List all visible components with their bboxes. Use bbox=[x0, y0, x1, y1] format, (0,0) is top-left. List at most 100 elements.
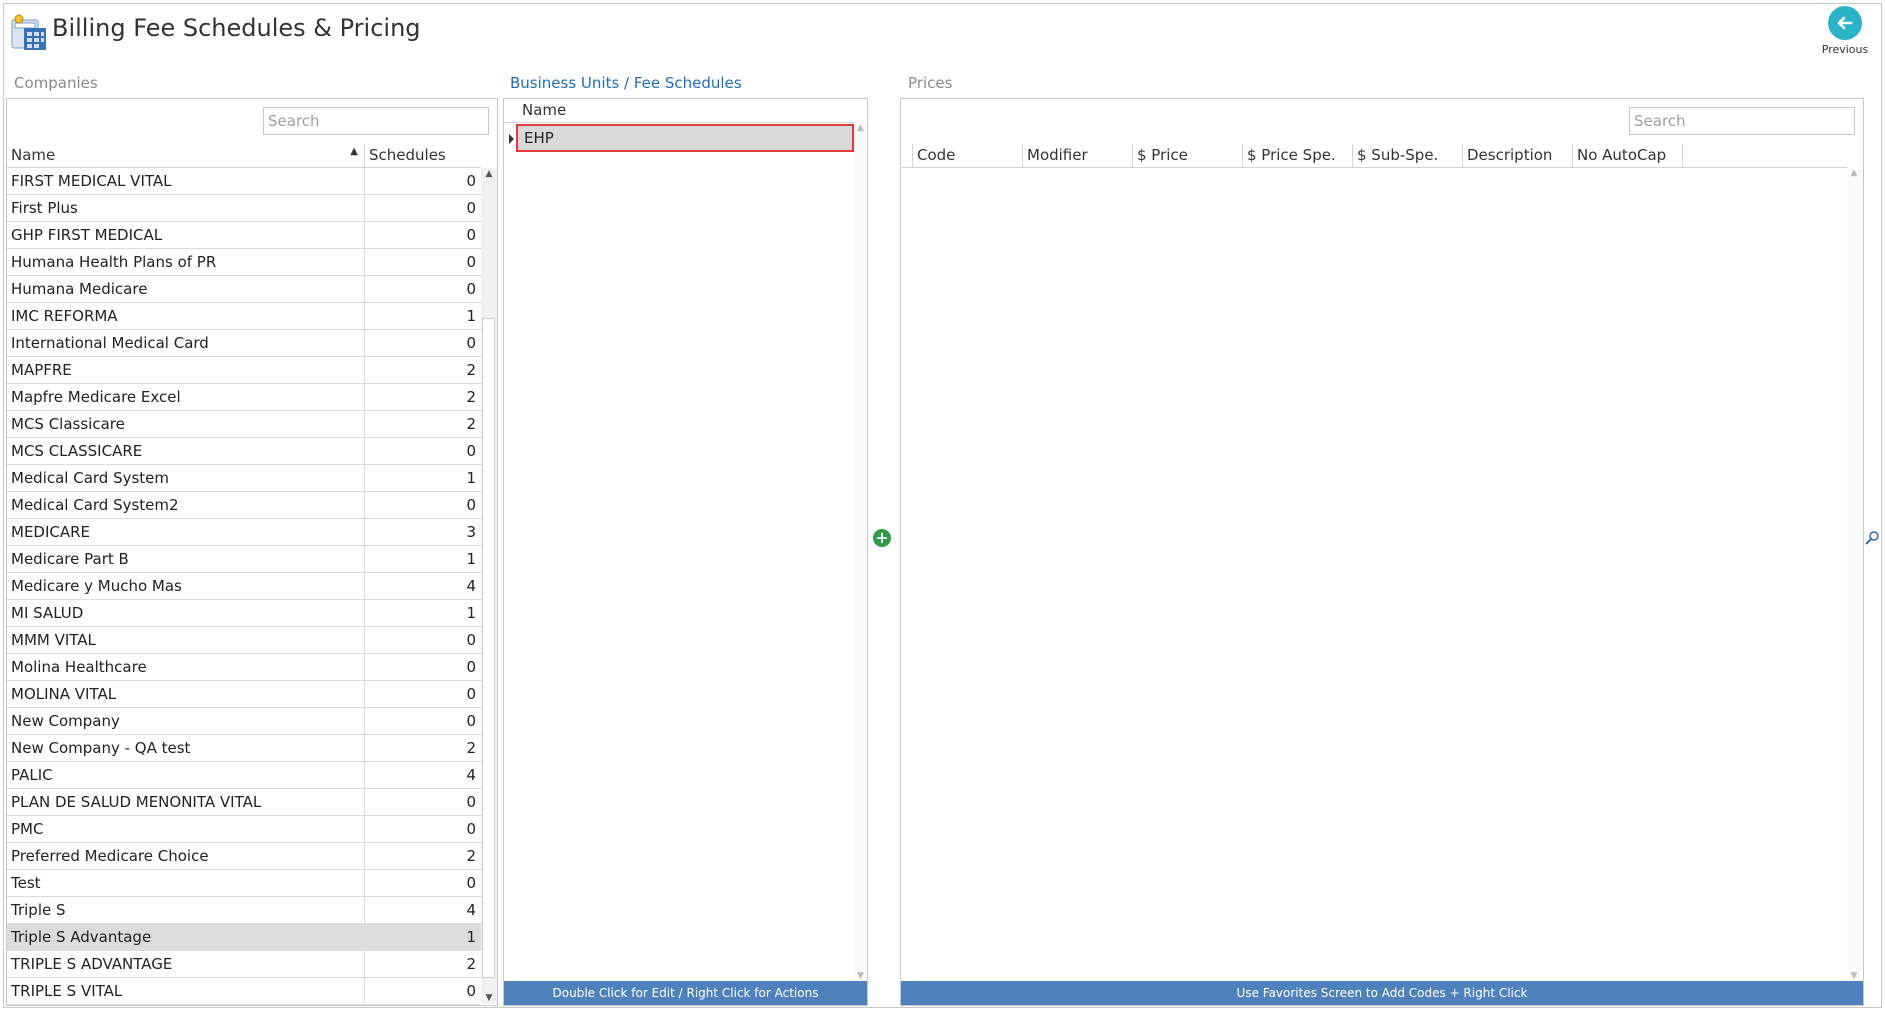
table-row[interactable]: Humana Health Plans of PR 0 bbox=[7, 249, 481, 276]
prices-search-input[interactable] bbox=[1629, 107, 1855, 135]
table-row[interactable]: MI SALUD 1 bbox=[7, 600, 481, 627]
column-header-price-spe[interactable]: $ Price Spe. bbox=[1243, 144, 1353, 167]
table-row[interactable]: GHP FIRST MEDICAL 0 bbox=[7, 222, 481, 249]
row-indicator-column bbox=[901, 144, 913, 167]
company-name-cell: First Plus bbox=[7, 195, 365, 221]
company-name-cell: Humana Medicare bbox=[7, 276, 365, 302]
table-row[interactable]: FIRST MEDICAL VITAL 0 bbox=[7, 168, 481, 195]
prices-panel: CodeModifier$ Price$ Price Spe.$ Sub-Spe… bbox=[900, 98, 1864, 1006]
scroll-down-arrow-icon[interactable]: ▼ bbox=[481, 993, 497, 1003]
schedules-count-cell: 1 bbox=[466, 928, 476, 946]
company-name-cell: International Medical Card bbox=[7, 330, 365, 356]
column-header-schedules[interactable]: Schedules bbox=[365, 144, 481, 167]
business-units-section-label[interactable]: Business Units / Fee Schedules bbox=[510, 74, 742, 92]
table-row[interactable]: PALIC 4 bbox=[7, 762, 481, 789]
table-row[interactable]: Medicare y Mucho Mas 4 bbox=[7, 573, 481, 600]
table-row[interactable]: IMC REFORMA 1 bbox=[7, 303, 481, 330]
company-name-cell: IMC REFORMA bbox=[7, 303, 365, 329]
table-row[interactable]: Test 0 bbox=[7, 870, 481, 897]
schedules-count-cell: 0 bbox=[466, 334, 476, 352]
table-row[interactable]: International Medical Card 0 bbox=[7, 330, 481, 357]
schedules-count-cell: 1 bbox=[466, 604, 476, 622]
company-name-cell: Triple S bbox=[7, 897, 365, 923]
table-row[interactable]: Preferred Medicare Choice 2 bbox=[7, 843, 481, 870]
company-name-cell: Mapfre Medicare Excel bbox=[7, 384, 365, 410]
table-row[interactable]: New Company 0 bbox=[7, 708, 481, 735]
business-units-scrollbar[interactable]: ▲ ▼ bbox=[854, 123, 867, 981]
table-row[interactable]: MAPFRE 2 bbox=[7, 357, 481, 384]
company-name-cell: MCS Classicare bbox=[7, 411, 365, 437]
prices-scroll-up-arrow-icon[interactable]: ▲ bbox=[1847, 168, 1861, 178]
table-row[interactable]: Medicare Part B 1 bbox=[7, 546, 481, 573]
table-row[interactable]: MCS CLASSICARE 0 bbox=[7, 438, 481, 465]
column-header-no-autocap[interactable]: No AutoCap bbox=[1573, 144, 1683, 167]
table-row[interactable]: Medical Card System2 0 bbox=[7, 492, 481, 519]
column-header-bu-name[interactable]: Name bbox=[504, 99, 854, 122]
previous-label: Previous bbox=[1821, 43, 1869, 56]
fee-schedule-row-ehp[interactable]: EHP bbox=[516, 124, 854, 152]
schedules-count-cell: 0 bbox=[466, 280, 476, 298]
table-row[interactable]: Triple S 4 bbox=[7, 897, 481, 924]
companies-grid-header: Name ▲ Schedules bbox=[7, 144, 481, 168]
table-row[interactable]: PMC 0 bbox=[7, 816, 481, 843]
schedules-count-cell: 2 bbox=[466, 388, 476, 406]
column-header-modifier[interactable]: Modifier bbox=[1023, 144, 1133, 167]
schedules-count-cell: 0 bbox=[466, 685, 476, 703]
schedules-count-cell: 2 bbox=[466, 955, 476, 973]
table-row[interactable]: New Company - QA test 2 bbox=[7, 735, 481, 762]
schedules-count-cell: 0 bbox=[466, 658, 476, 676]
table-row[interactable]: Mapfre Medicare Excel 2 bbox=[7, 384, 481, 411]
page-title: Billing Fee Schedules & Pricing bbox=[52, 14, 421, 42]
company-name-cell: MMM VITAL bbox=[7, 627, 365, 653]
table-row[interactable]: Molina Healthcare 0 bbox=[7, 654, 481, 681]
schedules-count-cell: 1 bbox=[466, 550, 476, 568]
magnifier-icon[interactable] bbox=[1864, 530, 1880, 546]
schedules-count-cell: 4 bbox=[466, 577, 476, 595]
table-row[interactable]: PLAN DE SALUD MENONITA VITAL 0 bbox=[7, 789, 481, 816]
bu-scroll-down-arrow-icon[interactable]: ▼ bbox=[854, 971, 867, 981]
table-row[interactable]: First Plus 0 bbox=[7, 195, 481, 222]
bu-scroll-up-arrow-icon[interactable]: ▲ bbox=[854, 123, 867, 133]
column-header-price[interactable]: $ Price bbox=[1133, 144, 1243, 167]
company-name-cell: PLAN DE SALUD MENONITA VITAL bbox=[7, 789, 365, 815]
prices-footer-hint: Use Favorites Screen to Add Codes + Righ… bbox=[901, 981, 1863, 1005]
prices-scroll-down-arrow-icon[interactable]: ▼ bbox=[1847, 971, 1861, 981]
table-row[interactable]: MOLINA VITAL 0 bbox=[7, 681, 481, 708]
column-header-name-label: Name bbox=[11, 146, 56, 164]
prices-scrollbar[interactable]: ▲ ▼ bbox=[1847, 168, 1861, 981]
plus-circle-icon[interactable]: + bbox=[873, 529, 891, 547]
schedules-count-cell: 4 bbox=[466, 901, 476, 919]
table-row[interactable]: MMM VITAL 0 bbox=[7, 627, 481, 654]
table-row[interactable]: Humana Medicare 0 bbox=[7, 276, 481, 303]
schedules-count-cell: 3 bbox=[466, 523, 476, 541]
company-name-cell: MAPFRE bbox=[7, 357, 365, 383]
company-name-cell: TRIPLE S ADVANTAGE bbox=[7, 951, 365, 977]
company-name-cell: Medicare Part B bbox=[7, 546, 365, 572]
current-row-indicator-icon bbox=[509, 134, 514, 144]
table-row[interactable]: Triple S Advantage 1 bbox=[7, 924, 481, 951]
schedules-count-cell: 0 bbox=[466, 442, 476, 460]
table-row[interactable]: MEDICARE 3 bbox=[7, 519, 481, 546]
prices-grid-header: Code Modifier $ Price $ Price Spe. $ Sub-Spe… bbox=[901, 144, 1847, 168]
previous-button[interactable]: Previous bbox=[1818, 6, 1872, 62]
companies-scrollbar[interactable]: ▲ ▼ bbox=[481, 168, 497, 1004]
column-header-code[interactable]: Code bbox=[913, 144, 1023, 167]
schedules-count-cell: 0 bbox=[466, 253, 476, 271]
schedules-count-cell: 0 bbox=[466, 982, 476, 1000]
billing-calculator-icon bbox=[10, 14, 48, 52]
schedules-count-cell: 0 bbox=[466, 199, 476, 217]
companies-panel: Name ▲ Schedules FIRST MEDICAL VITAL0Fir… bbox=[6, 98, 498, 1006]
table-row[interactable]: TRIPLE S ADVANTAGE 2 bbox=[7, 951, 481, 978]
column-header-description[interactable]: Description bbox=[1463, 144, 1573, 167]
company-name-cell: PMC bbox=[7, 816, 365, 842]
column-header-sub-spe[interactable]: $ Sub-Spe. bbox=[1353, 144, 1463, 167]
companies-search-input[interactable] bbox=[263, 107, 489, 135]
companies-scroll-thumb[interactable] bbox=[482, 318, 495, 978]
schedules-count-cell: 4 bbox=[466, 766, 476, 784]
column-header-name[interactable]: Name ▲ bbox=[7, 144, 365, 167]
schedules-count-cell: 2 bbox=[466, 739, 476, 757]
table-row[interactable]: MCS Classicare 2 bbox=[7, 411, 481, 438]
scroll-up-arrow-icon[interactable]: ▲ bbox=[481, 169, 497, 179]
table-row[interactable]: Medical Card System 1 bbox=[7, 465, 481, 492]
table-row[interactable]: TRIPLE S VITAL 0 bbox=[7, 978, 481, 1005]
